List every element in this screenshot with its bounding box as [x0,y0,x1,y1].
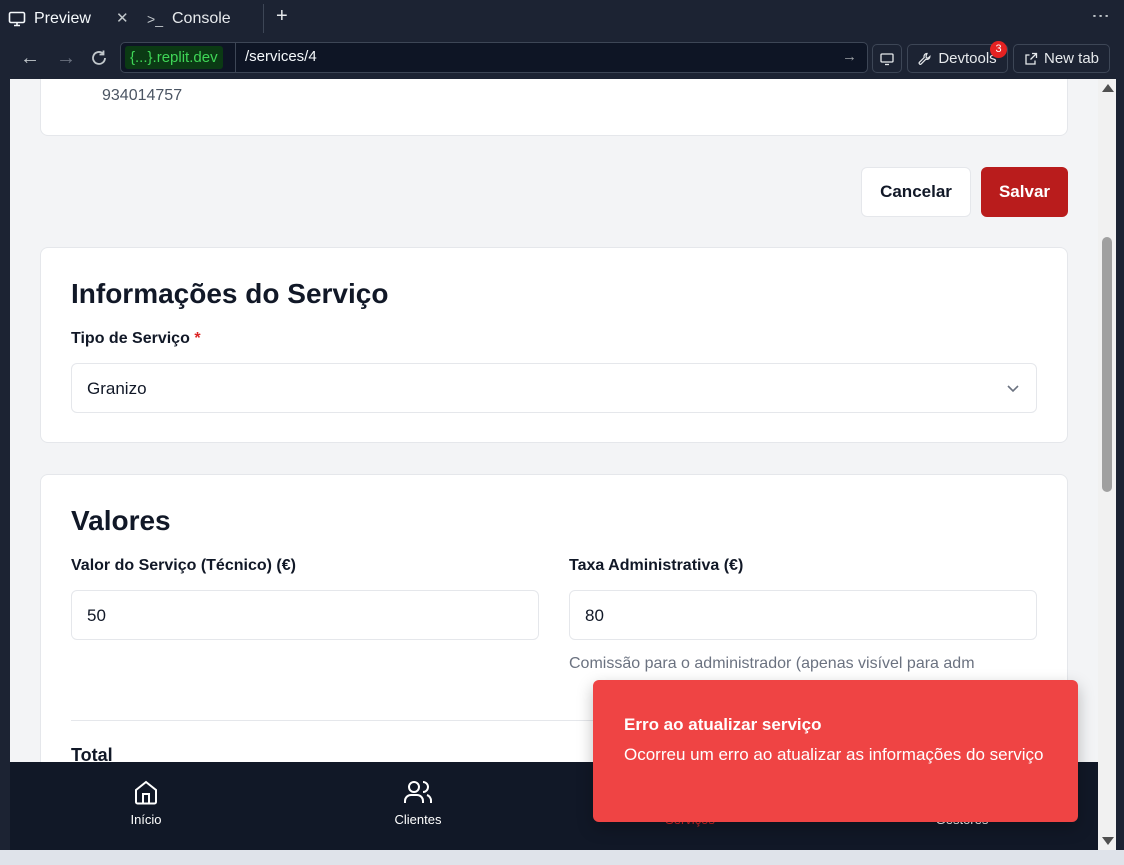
cancel-button[interactable]: Cancelar [861,167,971,217]
service-info-title: Informações do Serviço [71,278,389,309]
terminal-icon: >_ [147,10,163,27]
os-taskbar [0,850,1124,865]
address-divider [235,43,236,72]
nav-home[interactable]: Início [86,778,206,827]
tech-value-label: Valor do Serviço (Técnico) (€) [71,557,296,574]
service-info-card: Informações do Serviço Tipo de Serviço *… [40,247,1068,443]
page-viewport: 934014757 Cancelar Salvar Informações do… [10,79,1098,762]
nav-home-label: Início [130,812,162,827]
tech-value-text: 50 [87,606,106,625]
scroll-down-icon[interactable] [1102,837,1114,845]
users-icon [404,781,432,803]
refresh-icon[interactable] [90,47,108,73]
admin-fee-hint: Comissão para o administrador (apenas vi… [569,655,975,672]
chevron-down-icon [1007,385,1019,393]
monitor-icon [8,10,26,28]
new-tab-label: New tab [1043,50,1100,67]
tech-value-input[interactable]: 50 [71,590,539,640]
scroll-up-icon[interactable] [1102,84,1114,92]
domain-prefix: {...} [130,49,153,66]
wrench-icon [918,52,931,65]
service-type-select[interactable]: Granizo [71,363,1037,413]
page-scrollbar[interactable] [1098,79,1116,850]
domain-suffix: .replit.dev [152,49,218,66]
admin-fee-label: Taxa Administrativa (€) [569,557,744,574]
client-phone: 934014757 [102,87,183,104]
admin-fee-text: 80 [585,606,604,625]
nav-clients-label: Clientes [394,812,442,827]
client-card: 934014757 [40,79,1068,136]
back-icon[interactable]: ← [20,47,40,70]
add-tab-icon[interactable]: + [276,5,288,28]
url-bar: ← → {...}.replit.dev /services/4 → Devto… [0,37,1124,79]
admin-fee-input[interactable]: 80 [569,590,1037,640]
external-link-icon [1025,52,1038,65]
device-view-button[interactable] [872,44,902,73]
new-tab-button[interactable]: New tab [1013,44,1110,73]
devtools-label: Devtools [938,50,997,67]
tab-bar: Preview ✕ >_ Console + ⋮ [0,0,1124,37]
service-type-value: Granizo [87,379,147,398]
right-frame [1116,79,1124,850]
forward-icon[interactable]: → [56,47,76,70]
tab-console[interactable]: >_ Console [146,0,231,37]
tab-console-label: Console [172,9,231,27]
nav-clients[interactable]: Clientes [358,778,478,827]
devtools-badge: 3 [990,41,1007,58]
service-type-label-text: Tipo de Serviço [71,330,190,347]
tab-divider [263,4,264,33]
toast-message: Ocorreu um erro ao atualizar as informaç… [624,745,1044,764]
home-icon [135,780,157,805]
required-mark: * [194,330,201,347]
service-type-label: Tipo de Serviço * [71,330,201,348]
address-path[interactable]: /services/4 [245,48,317,65]
left-frame [0,79,10,850]
values-title: Valores [71,505,171,536]
close-tab-icon[interactable]: ✕ [116,9,129,27]
save-button[interactable]: Salvar [981,167,1068,217]
total-label: Total [71,745,113,762]
tab-preview-label: Preview [34,9,91,27]
error-toast[interactable]: Erro ao atualizar serviço Ocorreu um err… [593,680,1078,822]
toast-title: Erro ao atualizar serviço [624,715,822,734]
monitor-small-icon [880,52,894,65]
scroll-thumb[interactable] [1102,237,1112,492]
go-arrow-icon[interactable]: → [842,48,857,65]
address-field[interactable]: {...}.replit.dev /services/4 → [120,42,868,73]
domain-chip: {...}.replit.dev [125,46,223,69]
more-options-icon[interactable]: ⋮ [1091,7,1111,25]
